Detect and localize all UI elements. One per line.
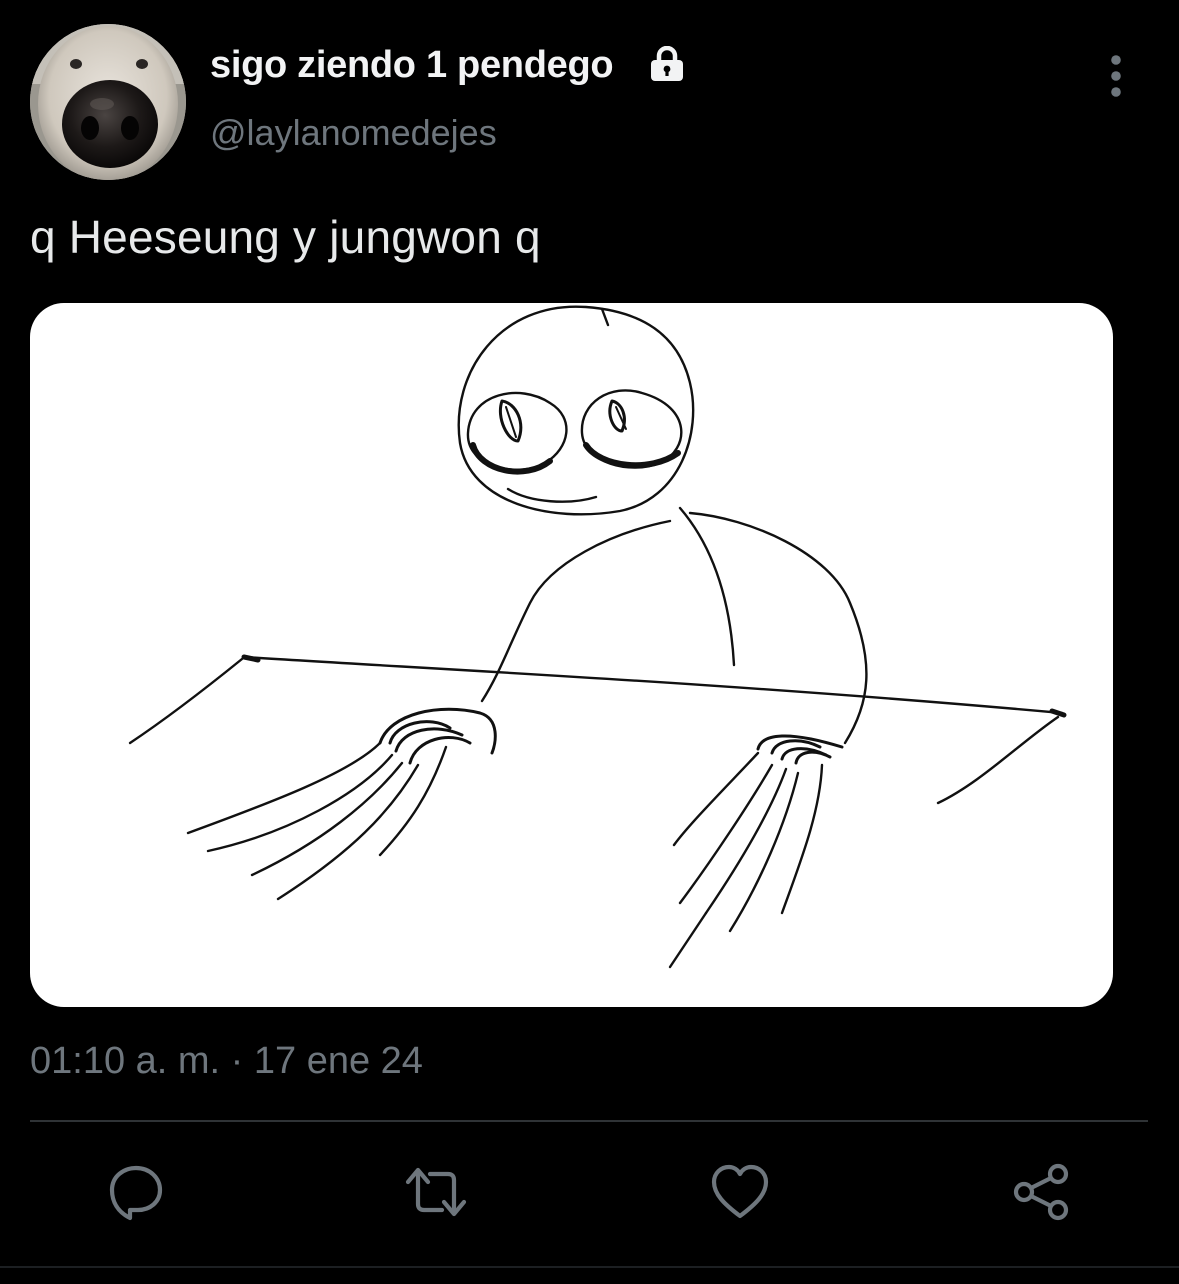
reply-icon[interactable] [104,1160,168,1224]
tweet-text: q Heeseung y jungwon q [30,211,541,263]
tweet-media-image[interactable] [30,303,1113,1007]
display-name[interactable]: sigo ziendo 1 pendego [210,44,614,87]
more-vertical-icon[interactable] [1096,52,1136,100]
user-handle[interactable]: @laylanomedejes [210,112,497,154]
divider [0,1266,1179,1268]
divider [30,1120,1148,1122]
heart-icon[interactable] [708,1160,772,1224]
share-icon[interactable] [1010,1160,1074,1224]
retweet-icon[interactable] [404,1160,468,1224]
tweet-detail: sigo ziendo 1 pendego @laylanomedejes q … [0,0,1179,1284]
tweet-timestamp[interactable]: 01:10 a. m. · 17 ene 24 [30,1040,423,1083]
avatar[interactable] [30,24,186,180]
lock-icon [646,45,688,82]
